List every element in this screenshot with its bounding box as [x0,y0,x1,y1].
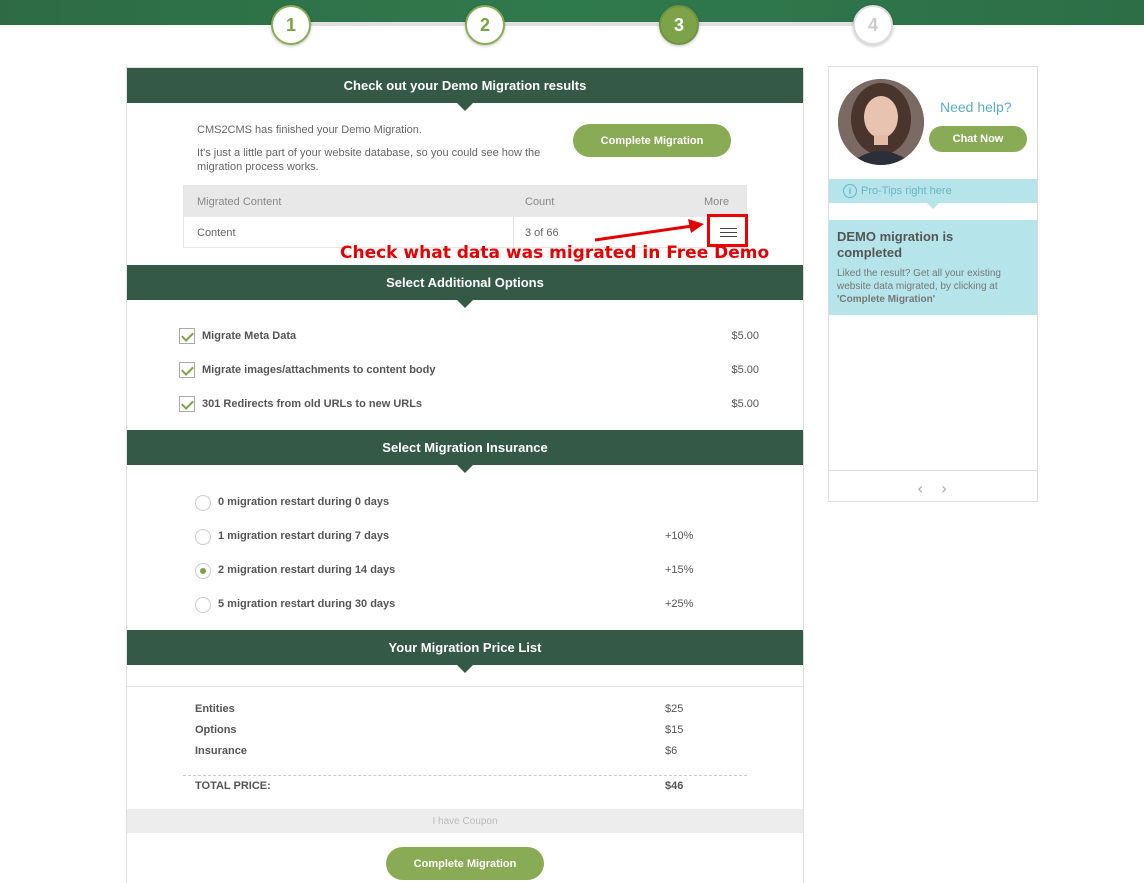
insurance-option[interactable]: 5 migration restart during 30 days +25% [195,597,695,615]
need-help-text: Need help? [940,99,1012,115]
price-label: Entities [195,703,235,715]
option-label: 301 Redirects from old URLs to new URLs [202,398,423,410]
radio-button-selected[interactable] [195,563,211,579]
option-price: $5.00 [731,364,759,376]
checkbox-images[interactable] [179,362,195,378]
option-row[interactable]: Migrate images/attachments to content bo… [179,362,759,382]
price-label: Options [195,724,237,736]
tip-text-highlight: 'Complete Migration' [837,294,936,305]
step-connector [504,22,659,26]
col-migrated-content: Migrated Content [197,196,282,208]
migration-panel: Check out your Demo Migration results CM… [126,67,804,883]
radio-button[interactable] [195,529,211,545]
option-label: Migrate Meta Data [202,330,297,342]
price-value: $15 [665,724,684,736]
protips-bar: i Pro-Tips right here [829,179,1037,209]
results-header: Check out your Demo Migration results [127,68,803,111]
step-connector [698,22,853,26]
results-description: It's just a little part of your website … [197,147,541,173]
step-1[interactable]: 1 [271,5,311,45]
step-4: 4 [853,5,893,45]
checkbox-meta-data[interactable] [179,328,195,344]
tip-title: DEMO migration is completed [837,229,954,260]
help-sidebar: Need help? Chat Now i Pro-Tips right her… [828,66,1038,502]
option-label: Migrate images/attachments to content bo… [202,364,436,376]
total-row: TOTAL PRICE: $46 [195,780,695,796]
option-row[interactable]: Migrate Meta Data $5.00 [179,328,759,348]
total-value: $46 [665,780,684,792]
coupon-link[interactable]: I have Coupon [127,809,803,833]
insurance-percent: +15% [665,564,694,576]
step-connector [310,22,465,26]
complete-migration-button-top[interactable]: Complete Migration [573,124,731,157]
col-count: Count [525,196,555,208]
chevron-right-icon[interactable]: › [941,479,947,498]
row-count: 3 of 66 [525,227,559,239]
insurance-label: 5 migration restart during 30 days [218,598,396,610]
insurance-header: Select Migration Insurance [127,430,803,473]
price-row: Options $15 [195,724,695,740]
options-header: Select Additional Options [127,265,803,308]
option-price: $5.00 [731,398,759,410]
price-value: $25 [665,703,684,715]
step-2[interactable]: 2 [465,5,505,45]
price-row: Insurance $6 [195,745,695,761]
checkbox-redirects[interactable] [179,396,195,412]
insurance-option[interactable]: 1 migration restart during 7 days +10% [195,529,695,547]
insurance-percent: +25% [665,598,694,610]
insurance-percent: +10% [665,530,694,542]
price-label: Insurance [195,745,247,757]
insurance-label: 2 migration restart during 14 days [218,564,396,576]
insurance-label: 1 migration restart during 7 days [218,530,390,542]
chevron-left-icon[interactable]: ‹ [917,479,923,498]
price-row: Entities $25 [195,703,695,719]
menu-icon [720,228,737,237]
radio-button[interactable] [195,597,211,613]
divider [127,686,803,687]
annotation-text: Check what data was migrated in Free Dem… [340,243,770,263]
option-price: $5.00 [731,330,759,342]
results-intro: CMS2CMS has finished your Demo Migration… [197,124,422,136]
tip-card: DEMO migration is completed Liked the re… [829,220,1037,315]
table-header: Migrated Content Count More [184,186,746,217]
tip-text-body: Liked the result? Get all your existing … [837,268,1001,292]
insurance-option[interactable]: 0 migration restart during 0 days [195,495,695,513]
row-name: Content [197,227,236,239]
radio-button[interactable] [195,495,211,511]
complete-migration-button-bottom[interactable]: Complete Migration [386,847,544,880]
protips-label: Pro-Tips right here [861,185,952,197]
price-list-header: Your Migration Price List [127,630,803,673]
total-label: TOTAL PRICE: [195,780,271,792]
option-row[interactable]: 301 Redirects from old URLs to new URLs … [179,396,759,416]
dashed-divider [183,775,747,776]
progress-steps: 1 2 3 4 [0,0,1144,50]
insurance-label: 0 migration restart during 0 days [218,496,390,508]
step-3[interactable]: 3 [659,5,699,45]
tip-navigation: ‹ › [829,470,1037,502]
info-icon: i [843,184,857,198]
col-more: More [704,196,730,208]
support-photo [838,79,924,165]
insurance-option[interactable]: 2 migration restart during 14 days +15% [195,563,695,581]
price-value: $6 [665,745,678,757]
support-avatar [838,79,924,165]
tip-text: Liked the result? Get all your existing … [837,267,1029,306]
chat-now-button[interactable]: Chat Now [929,126,1027,152]
